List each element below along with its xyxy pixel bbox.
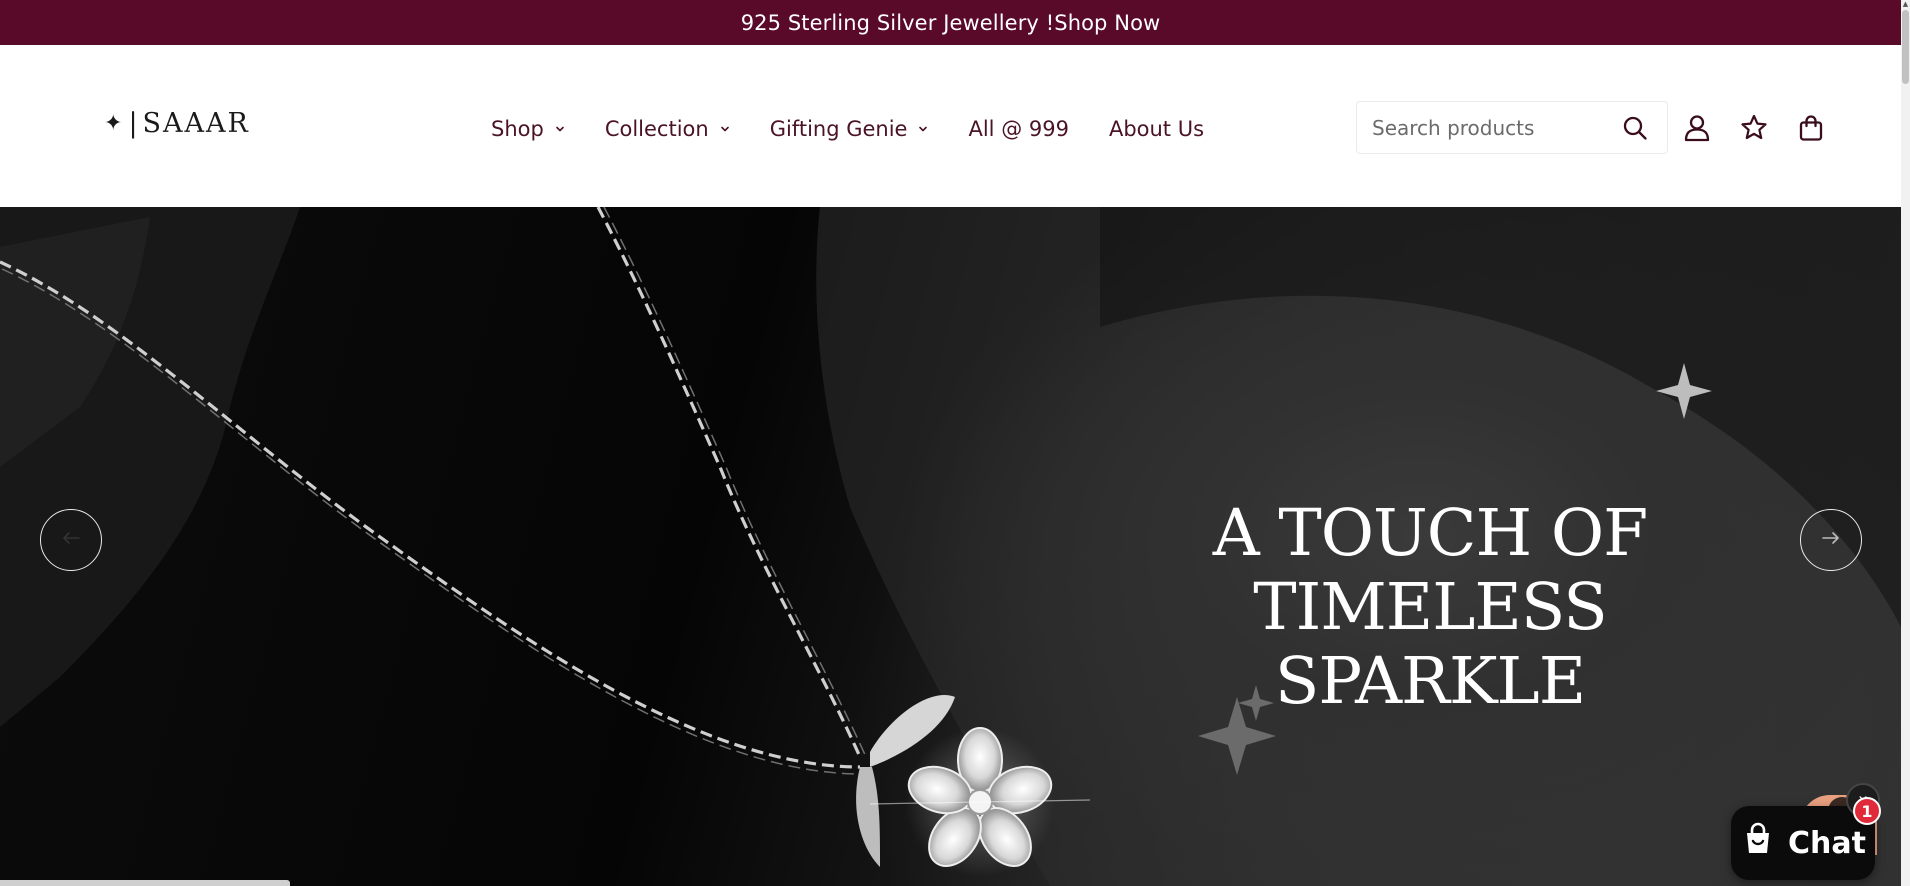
logo-mark: ✦ [104, 111, 125, 136]
nav-label: Collection [604, 117, 709, 141]
chevron-down-icon [917, 123, 929, 135]
badge-count: 1 [1861, 801, 1873, 821]
search-input[interactable] [1372, 115, 1602, 140]
scrollbar-thumb[interactable] [1902, 10, 1909, 84]
hero-title-line-2: SPARKLE [1274, 644, 1586, 719]
hero-slider: A TOUCH OF TIMELESS SPARKLE [0, 207, 1901, 886]
cart-bag-icon[interactable] [1796, 113, 1826, 143]
nav-label: Shop [491, 117, 544, 141]
chevron-down-icon [719, 123, 731, 135]
hero-title: A TOUCH OF TIMELESS SPARKLE [1060, 497, 1800, 719]
page: 925 Sterling Silver Jewellery !Shop Now … [0, 0, 1910, 886]
announcement-text: 925 Sterling Silver Jewellery !Shop Now [741, 11, 1161, 35]
site-header: ✦ | SAAAR Shop Collection Gifting Genie [0, 45, 1901, 207]
shop-now-link[interactable]: Shop Now [1054, 11, 1160, 35]
hero-title-line-1: A TOUCH OF TIMELESS [1212, 496, 1649, 645]
search-icon[interactable] [1622, 115, 1648, 145]
slider-prev-button[interactable] [40, 509, 102, 571]
account-icon[interactable] [1682, 113, 1712, 143]
slider-next-button[interactable] [1800, 509, 1862, 571]
page-scrollbar[interactable] [1901, 0, 1910, 886]
announcement-bar: 925 Sterling Silver Jewellery !Shop Now [0, 0, 1901, 45]
nav-item-collection[interactable]: Collection [605, 117, 731, 141]
arrow-right-icon [1821, 530, 1841, 550]
chat-button[interactable]: Chat [1731, 806, 1875, 880]
search-box [1356, 101, 1668, 154]
nav-item-shop[interactable]: Shop [491, 117, 566, 141]
nav-label: About Us [1108, 117, 1205, 141]
scroll-up-arrow-icon[interactable]: ▲ [1902, 0, 1909, 8]
nav-label: Gifting Genie [769, 117, 908, 141]
chevron-down-icon [554, 123, 566, 135]
chat-label: Chat [1788, 825, 1866, 861]
main-nav: Shop Collection Gifting Genie All @ 999 [491, 114, 1244, 144]
nav-item-about-us[interactable]: About Us [1109, 117, 1204, 141]
slider-progress-bar [0, 880, 290, 886]
nav-label: All @ 999 [968, 117, 1069, 141]
logo-separator: | [128, 108, 140, 139]
nav-item-gifting-genie[interactable]: Gifting Genie [770, 117, 930, 141]
arrow-left-icon [61, 530, 81, 550]
announcement-message: 925 Sterling Silver Jewellery ! [740, 10, 1055, 35]
wishlist-star-icon[interactable] [1739, 113, 1769, 143]
site-logo[interactable]: ✦ | SAAAR [104, 108, 250, 139]
shopping-bag-icon [1740, 821, 1776, 865]
chat-notification-badge: 1 [1853, 797, 1881, 825]
logo-text: SAAAR [142, 108, 250, 139]
nav-item-all-999[interactable]: All @ 999 [968, 117, 1068, 141]
